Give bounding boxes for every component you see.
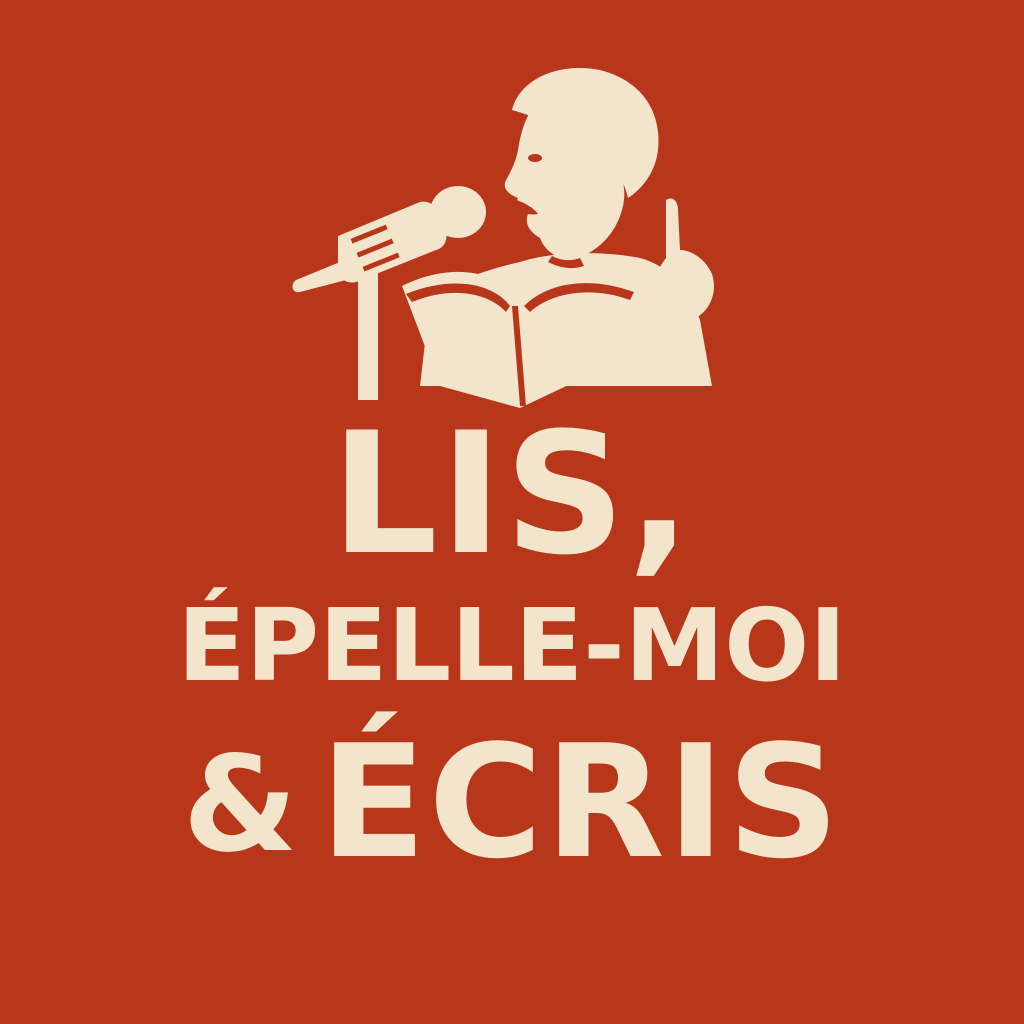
title-line-3: & ÉCRIS [0, 724, 1024, 880]
poster: LIS, ÉPELLE-MOI & ÉCRIS [0, 0, 1024, 1024]
eye [528, 154, 542, 162]
title-line-2: ÉPELLE-MOI [177, 587, 847, 704]
title-line-1: LIS, [330, 396, 694, 592]
ampersand: & [182, 728, 300, 882]
raised-finger-shape [651, 198, 715, 326]
microphone-tail [292, 262, 346, 293]
speaker-reading-book-at-microphone-icon [292, 67, 715, 408]
title-word-ecris: ÉCRIS [319, 711, 842, 893]
microphone-stand [358, 270, 378, 400]
